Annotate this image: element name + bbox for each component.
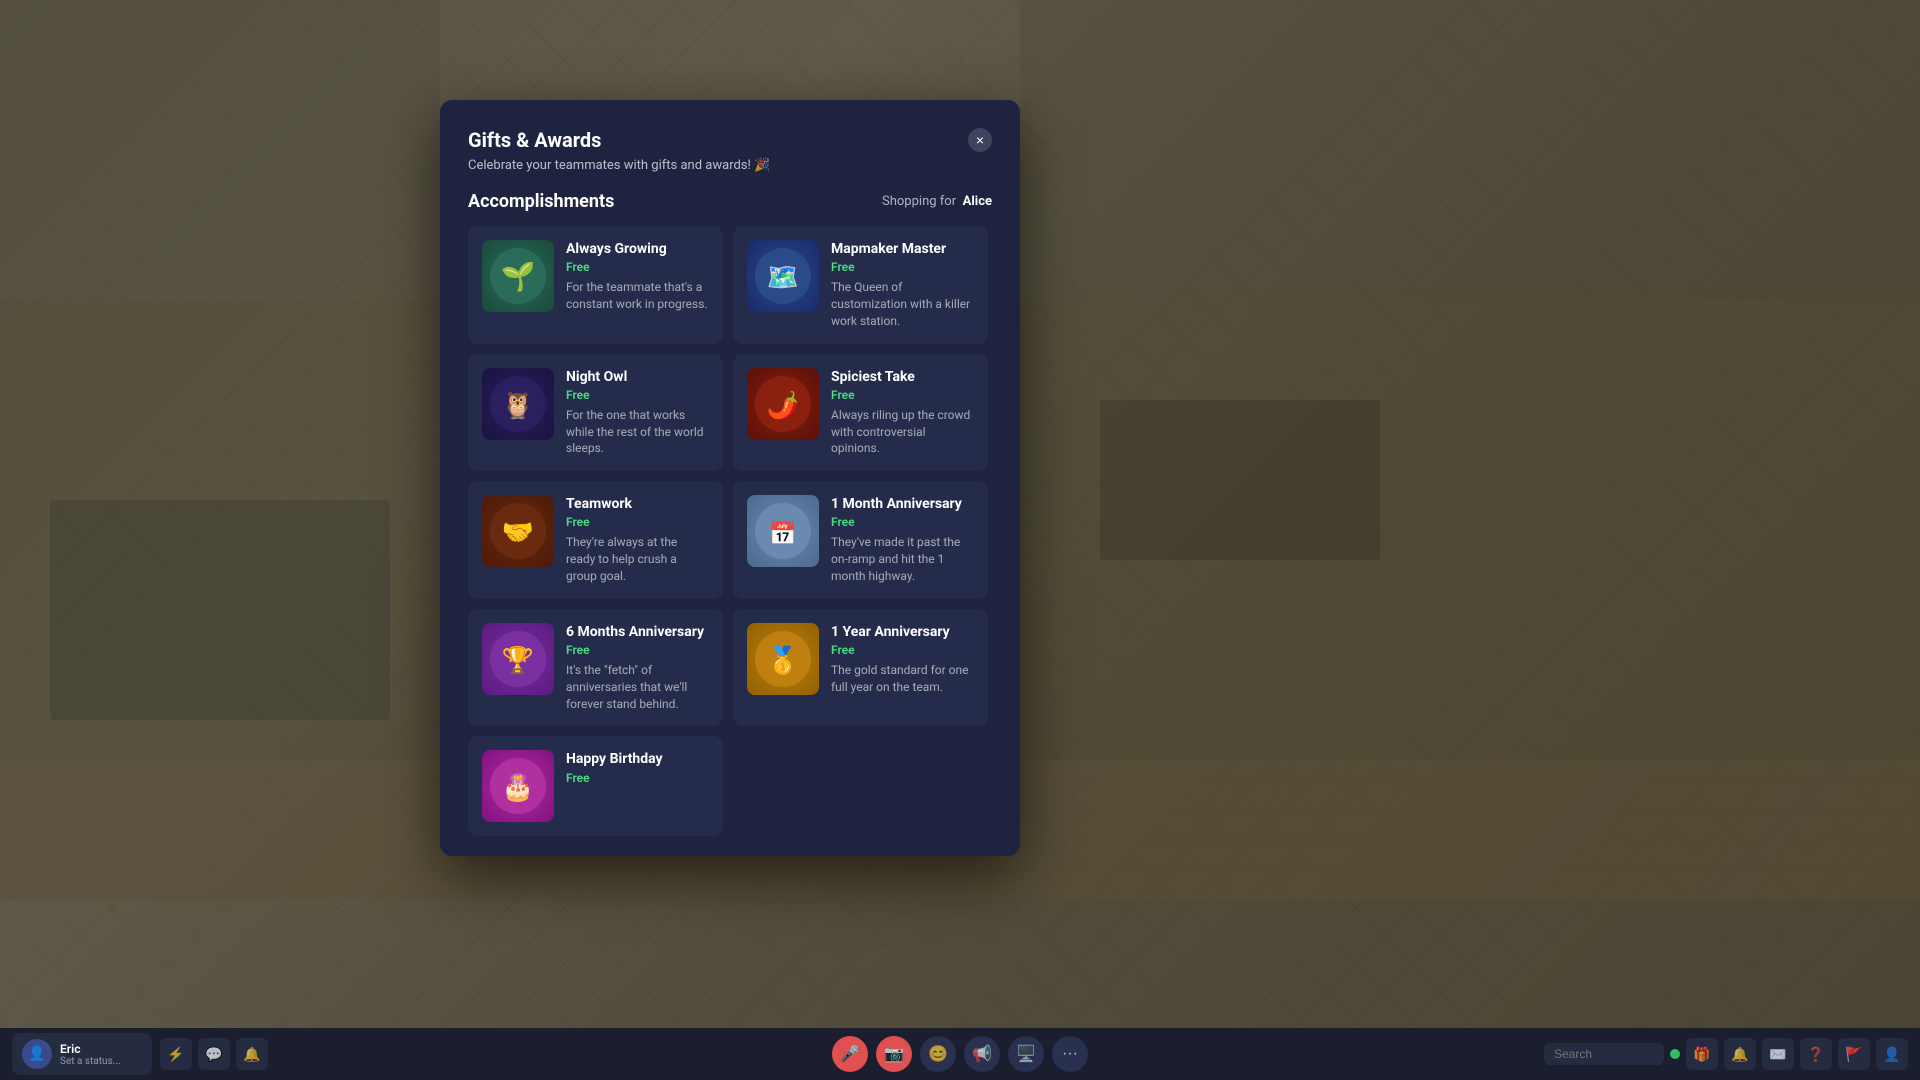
svg-text:🤝: 🤝 [502, 518, 534, 548]
award-description: The gold standard for one full year on t… [831, 662, 974, 696]
taskbar-user: 👤 Eric Set a status... [12, 1033, 152, 1075]
help-icon-btn[interactable]: ❓ [1800, 1038, 1832, 1070]
award-price: Free [831, 515, 974, 529]
award-icon-night-owl: 🦉 [482, 368, 554, 440]
emoji-btn[interactable]: 😊 [920, 1036, 956, 1072]
award-icon-teamwork: 🤝 [482, 495, 554, 567]
award-info-always-growing: Always Growing Free For the teammate tha… [566, 240, 709, 313]
award-price: Free [566, 260, 709, 274]
award-info-6-months-anniversary: 6 Months Anniversary Free It's the "fetc… [566, 623, 709, 713]
award-icon-mapmaker-master: 🗺️ [747, 240, 819, 312]
award-icon-spiciest-take: 🌶️ [747, 368, 819, 440]
search-input[interactable] [1544, 1043, 1664, 1065]
taskbar-username: Eric [60, 1042, 121, 1056]
award-info-mapmaker-master: Mapmaker Master Free The Queen of custom… [831, 240, 974, 330]
svg-text:🏆: 🏆 [502, 645, 534, 676]
award-card-night-owl[interactable]: 🦉 Night Owl Free For the one that works … [468, 354, 723, 472]
taskbar-icons: ⚡ 💬 🔔 [160, 1038, 268, 1070]
award-info-teamwork: Teamwork Free They're always at the read… [566, 495, 709, 585]
section-title: Accomplishments [468, 191, 614, 212]
award-icon-6-months-anniversary: 🏆 [482, 623, 554, 695]
svg-text:📅: 📅 [769, 521, 796, 547]
award-price: Free [566, 388, 709, 402]
award-name: Spiciest Take [831, 368, 974, 386]
award-info-1-month-anniversary: 1 Month Anniversary Free They've made it… [831, 495, 974, 585]
shopping-for-name: Alice [963, 194, 992, 209]
user-avatar: 👤 [22, 1039, 52, 1069]
taskbar-status: Set a status... [60, 1056, 121, 1067]
chat-icon-btn[interactable]: 💬 [198, 1038, 230, 1070]
award-icon-happy-birthday: 🎂 [482, 750, 554, 822]
svg-text:🥇: 🥇 [767, 645, 799, 676]
speaker-btn[interactable]: 📢 [964, 1036, 1000, 1072]
cam-mute-btn[interactable]: 📷 [876, 1036, 912, 1072]
more-btn[interactable]: ··· [1052, 1036, 1088, 1072]
award-info-happy-birthday: Happy Birthday Free [566, 750, 709, 789]
status-indicator [1670, 1049, 1680, 1059]
award-icon-always-growing: 🌱 [482, 240, 554, 312]
award-price: Free [831, 643, 974, 657]
section-header: Accomplishments Shopping for Alice [468, 191, 992, 212]
award-name: 1 Month Anniversary [831, 495, 974, 513]
gifts-awards-modal: Gifts & Awards × Celebrate your teammate… [440, 100, 1020, 856]
lightning-icon-btn[interactable]: ⚡ [160, 1038, 192, 1070]
svg-text:🗺️: 🗺️ [767, 263, 799, 293]
awards-grid: 🌱 Always Growing Free For the teammate t… [468, 226, 992, 836]
award-price: Free [566, 771, 709, 785]
award-name: 1 Year Anniversary [831, 623, 974, 641]
bell-icon-btn[interactable]: 🔔 [1724, 1038, 1756, 1070]
svg-text:🌱: 🌱 [501, 260, 536, 293]
award-card-happy-birthday[interactable]: 🎂 Happy Birthday Free [468, 736, 723, 836]
award-description: They're always at the ready to help crus… [566, 534, 709, 584]
award-card-1-month-anniversary[interactable]: 📅 1 Month Anniversary Free They've made … [733, 481, 988, 599]
gift-icon-btn[interactable]: 🎁 [1686, 1038, 1718, 1070]
award-name: Always Growing [566, 240, 709, 258]
award-price: Free [566, 515, 709, 529]
award-info-spiciest-take: Spiciest Take Free Always riling up the … [831, 368, 974, 458]
notification-icon-btn[interactable]: 🔔 [236, 1038, 268, 1070]
award-name: 6 Months Anniversary [566, 623, 709, 641]
award-card-1-year-anniversary[interactable]: 🥇 1 Year Anniversary Free The gold stand… [733, 609, 988, 727]
award-card-always-growing[interactable]: 🌱 Always Growing Free For the teammate t… [468, 226, 723, 344]
award-card-6-months-anniversary[interactable]: 🏆 6 Months Anniversary Free It's the "fe… [468, 609, 723, 727]
modal-header: Gifts & Awards × [468, 128, 992, 152]
modal-subtitle: Celebrate your teammates with gifts and … [468, 158, 992, 173]
award-price: Free [831, 388, 974, 402]
user-icon-btn[interactable]: 👤 [1876, 1038, 1908, 1070]
award-description: For the teammate that's a constant work … [566, 279, 709, 313]
award-name: Teamwork [566, 495, 709, 513]
taskbar: 👤 Eric Set a status... ⚡ 💬 🔔 🎤 📷 😊 📢 🖥️ … [0, 1028, 1920, 1080]
award-description: It's the "fetch" of anniversaries that w… [566, 662, 709, 712]
shopping-for-label: Shopping for Alice [882, 194, 992, 209]
award-name: Night Owl [566, 368, 709, 386]
award-description: They've made it past the on-ramp and hit… [831, 534, 974, 584]
award-icon-1-month-anniversary: 📅 [747, 495, 819, 567]
award-info-night-owl: Night Owl Free For the one that works wh… [566, 368, 709, 458]
screen-btn[interactable]: 🖥️ [1008, 1036, 1044, 1072]
svg-text:🌶️: 🌶️ [767, 390, 799, 421]
award-price: Free [566, 643, 709, 657]
award-description: Always riling up the crowd with controve… [831, 407, 974, 457]
award-info-1-year-anniversary: 1 Year Anniversary Free The gold standar… [831, 623, 974, 696]
award-name: Happy Birthday [566, 750, 709, 768]
award-name: Mapmaker Master [831, 240, 974, 258]
award-price: Free [831, 260, 974, 274]
svg-text:🦉: 🦉 [502, 391, 534, 421]
modal-title: Gifts & Awards [468, 128, 601, 152]
award-description: For the one that works while the rest of… [566, 407, 709, 457]
close-button[interactable]: × [968, 128, 992, 152]
award-card-teamwork[interactable]: 🤝 Teamwork Free They're always at the re… [468, 481, 723, 599]
award-card-mapmaker-master[interactable]: 🗺️ Mapmaker Master Free The Queen of cus… [733, 226, 988, 344]
mail-icon-btn[interactable]: ✉️ [1762, 1038, 1794, 1070]
flag-icon-btn[interactable]: 🚩 [1838, 1038, 1870, 1070]
award-description: The Queen of customization with a killer… [831, 279, 974, 329]
award-icon-1-year-anniversary: 🥇 [747, 623, 819, 695]
mic-mute-btn[interactable]: 🎤 [832, 1036, 868, 1072]
taskbar-center: 🎤 📷 😊 📢 🖥️ ··· [832, 1036, 1088, 1072]
taskbar-right: 🎁 🔔 ✉️ ❓ 🚩 👤 [1544, 1038, 1908, 1070]
award-card-spiciest-take[interactable]: 🌶️ Spiciest Take Free Always riling up t… [733, 354, 988, 472]
svg-text:🎂: 🎂 [502, 771, 534, 803]
